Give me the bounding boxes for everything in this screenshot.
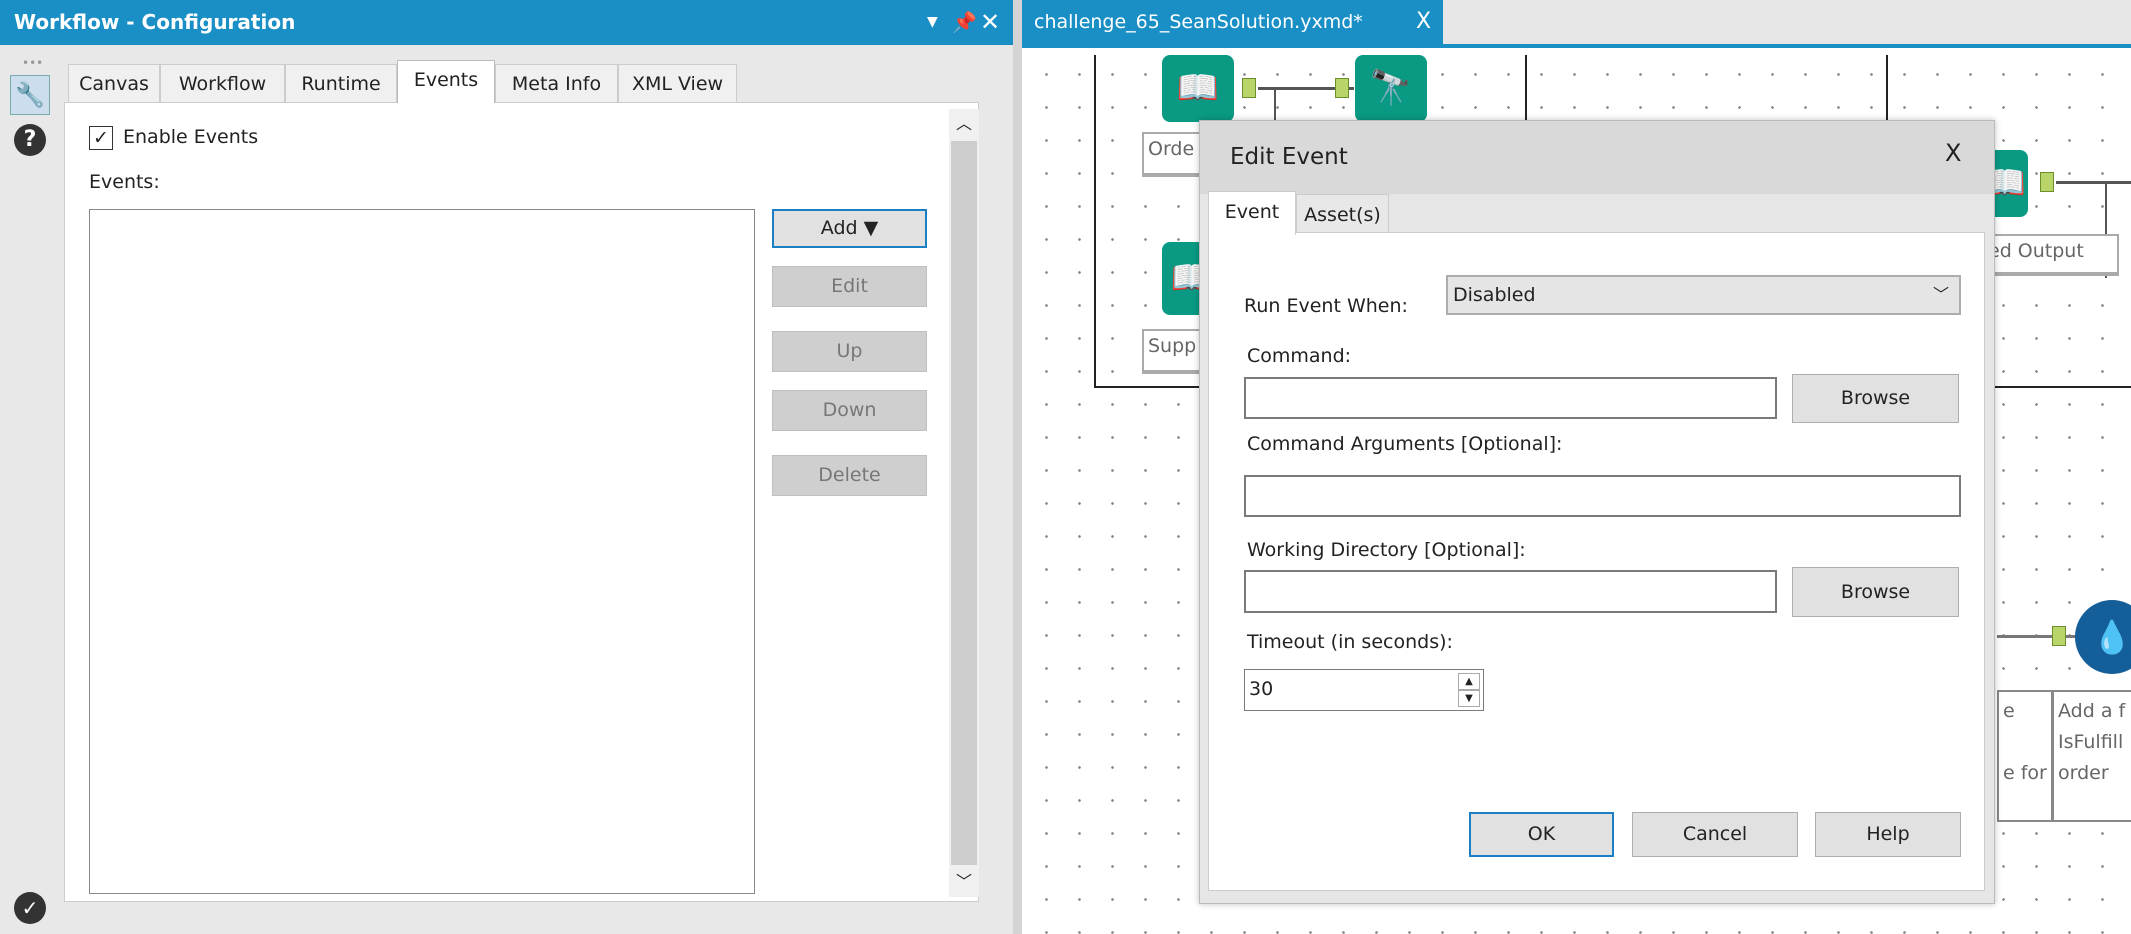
tool-label: Supp: [1142, 329, 1202, 374]
pin-icon[interactable]: 📌: [952, 0, 977, 45]
run-event-when-label: Run Event When:: [1244, 295, 1408, 317]
edit-event-dialog: Edit Event X Event Asset(s) Run Event Wh…: [1199, 120, 1995, 904]
down-button[interactable]: Down: [772, 390, 927, 431]
timeout-label: Timeout (in seconds):: [1247, 631, 1453, 653]
events-label: Events:: [89, 171, 160, 193]
formula-tool-icon[interactable]: 💧: [2075, 600, 2131, 674]
document-tab-label: challenge_65_SeanSolution.yxmd*: [1034, 11, 1363, 33]
command-label: Command:: [1247, 345, 1352, 367]
scrollbar-thumb[interactable]: [951, 141, 977, 865]
comment-text: order: [2058, 762, 2109, 784]
comment-box: Add a f IsFulfill order: [2052, 690, 2131, 822]
add-button[interactable]: Add ▼: [772, 209, 927, 248]
tab-runtime[interactable]: Runtime: [285, 64, 397, 102]
events-tab-content: ✓ Enable Events Events: Add ▼ Edit Up Do…: [64, 102, 979, 902]
cancel-button[interactable]: Cancel: [1632, 812, 1798, 857]
tab-events[interactable]: Events: [397, 60, 495, 103]
panel-splitter[interactable]: [1013, 0, 1022, 934]
input-anchor[interactable]: [1335, 78, 1349, 98]
help-icon[interactable]: ?: [14, 124, 46, 156]
grip-icon: •••: [22, 56, 44, 70]
delete-button[interactable]: Delete: [772, 455, 927, 496]
dropdown-icon[interactable]: ▼: [927, 0, 938, 45]
command-arguments-label: Command Arguments [Optional]:: [1247, 433, 1563, 455]
workflow-configuration-panel: Workflow - Configuration ▼ 📌 ✕ ••• 🔧 ? ✓…: [0, 0, 1013, 934]
tab-canvas[interactable]: Canvas: [68, 64, 160, 102]
close-tab-icon[interactable]: X: [1416, 0, 1431, 44]
decrement-icon[interactable]: ▼: [1458, 690, 1480, 707]
close-icon[interactable]: ✕: [980, 0, 1000, 45]
tab-xml-view[interactable]: XML View: [618, 64, 737, 102]
up-button[interactable]: Up: [772, 331, 927, 372]
input-anchor[interactable]: [2052, 626, 2066, 646]
working-directory-label: Working Directory [Optional]:: [1247, 539, 1526, 561]
tool-label: Orde: [1142, 132, 1202, 177]
command-input[interactable]: [1244, 377, 1777, 419]
check-icon: ✓: [14, 892, 46, 924]
command-arguments-input[interactable]: [1244, 475, 1961, 517]
browse-directory-button[interactable]: Browse: [1792, 567, 1959, 617]
browse-tool-icon[interactable]: 🔭: [1355, 55, 1427, 122]
event-tab-content: Run Event When: Disabled ﹀ Command: Brow…: [1208, 232, 1985, 891]
tool-label: ed Output: [1982, 234, 2119, 276]
panel-title: Workflow - Configuration: [0, 0, 1013, 45]
events-list[interactable]: [89, 209, 755, 894]
enable-events-label: Enable Events: [123, 126, 259, 148]
output-anchor[interactable]: [1242, 78, 1256, 98]
comment-text: e: [2003, 700, 2015, 722]
browse-command-button[interactable]: Browse: [1792, 374, 1959, 423]
container-border: [1094, 55, 1096, 387]
scroll-up-icon[interactable]: ︿: [949, 109, 979, 139]
close-icon[interactable]: X: [1945, 139, 1961, 167]
comment-box: e e for: [1997, 690, 2053, 822]
output-anchor[interactable]: [2040, 172, 2054, 192]
scrollbar[interactable]: ︿ ﹀: [949, 109, 979, 897]
enable-events-checkbox[interactable]: ✓: [89, 126, 113, 150]
wrench-icon[interactable]: 🔧: [10, 75, 50, 115]
timeout-stepper[interactable]: 30 ▲ ▼: [1244, 669, 1484, 711]
connection-line: [2056, 181, 2131, 184]
tab-assets[interactable]: Asset(s): [1296, 194, 1389, 235]
tab-meta-info[interactable]: Meta Info: [495, 64, 618, 102]
document-tab[interactable]: challenge_65_SeanSolution.yxmd* X: [1022, 0, 1443, 46]
ok-button[interactable]: OK: [1469, 812, 1614, 857]
tab-event[interactable]: Event: [1208, 191, 1296, 235]
dialog-title: Edit Event: [1200, 121, 1994, 194]
timeout-value: 30: [1249, 678, 1274, 700]
run-event-when-select[interactable]: Disabled ﹀: [1446, 275, 1961, 315]
scroll-down-icon[interactable]: ﹀: [949, 867, 979, 897]
comment-text: e for: [2003, 762, 2047, 784]
edit-button[interactable]: Edit: [772, 266, 927, 307]
select-value: Disabled: [1453, 284, 1536, 306]
chevron-down-icon: ﹀: [1932, 285, 1949, 304]
tool-strip: ••• 🔧 ? ✓: [0, 45, 60, 934]
tab-workflow[interactable]: Workflow: [160, 64, 285, 102]
working-directory-input[interactable]: [1244, 570, 1777, 613]
help-button[interactable]: Help: [1815, 812, 1961, 857]
comment-text: Add a f: [2058, 700, 2126, 722]
input-tool-icon[interactable]: 📖: [1162, 55, 1234, 122]
increment-icon[interactable]: ▲: [1458, 673, 1480, 690]
comment-text: IsFulfill: [2058, 731, 2124, 753]
connection-line: [1997, 635, 2079, 638]
